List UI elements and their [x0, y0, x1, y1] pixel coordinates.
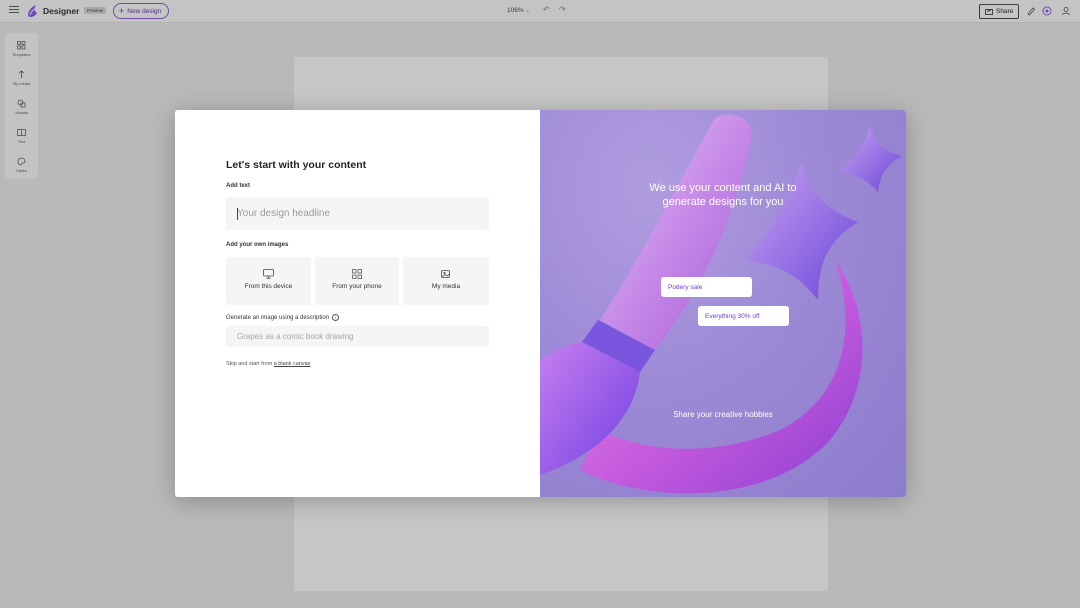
add-text-label: Add text	[226, 183, 250, 189]
designer-logo-icon	[28, 5, 37, 17]
app-title: Designer	[43, 6, 80, 16]
rail-label: Templates	[12, 52, 31, 57]
monitor-icon	[263, 269, 274, 279]
rail-label: My media	[12, 81, 31, 86]
share-icon	[985, 9, 993, 15]
from-your-phone-button[interactable]: From your phone	[315, 257, 399, 305]
promo-caption: Share your creative hobbies	[673, 410, 773, 419]
share-label: Share	[996, 8, 1014, 15]
rail-label: Styles	[16, 168, 27, 173]
text-icon	[17, 129, 26, 136]
new-design-button[interactable]: + New design	[113, 3, 170, 19]
plus-icon: +	[119, 5, 125, 16]
paintbrush-illustration	[540, 114, 902, 494]
rail-item-my-media[interactable]: My media	[5, 66, 38, 95]
image-description-input[interactable]: Grapes as a comic book drawing	[226, 326, 489, 347]
text-cursor	[237, 208, 238, 220]
info-icon[interactable]: i	[332, 314, 340, 321]
zoom-dropdown[interactable]: 106% ⌄	[507, 7, 530, 14]
pottery-sale-chip: Pottery sale	[661, 277, 752, 297]
tile-label: From this device	[244, 283, 293, 290]
account-icon[interactable]	[1061, 6, 1071, 16]
share-button[interactable]: Share	[979, 4, 1020, 19]
tile-label: From your phone	[332, 283, 382, 290]
zoom-value: 106%	[507, 7, 524, 14]
edit-brush-icon[interactable]	[1026, 6, 1036, 16]
media-icon	[18, 70, 25, 78]
styles-icon	[17, 157, 26, 166]
promo-title-line-1: We use your content and AI to	[649, 182, 797, 194]
my-media-button[interactable]: My media	[403, 257, 489, 305]
rail-item-templates[interactable]: Templates	[5, 37, 38, 66]
chevron-down-icon: ⌄	[525, 8, 530, 14]
rail-item-styles[interactable]: Styles	[5, 153, 38, 182]
hamburger-menu-icon[interactable]	[9, 6, 19, 16]
dialog-title: Let's start with your content	[226, 159, 367, 171]
tile-label: My media	[431, 283, 461, 290]
new-design-label: New design	[127, 7, 162, 15]
templates-icon	[17, 41, 26, 50]
promo-title: We use your content and AI to generate d…	[540, 181, 906, 209]
promo-pane: We use your content and AI to generate d…	[540, 110, 906, 497]
rail-label: Text	[17, 139, 26, 144]
rail-item-visuals[interactable]: Visuals	[5, 95, 38, 124]
skip-text: Skip and start from	[226, 361, 273, 367]
undo-icon[interactable]: ↶	[543, 5, 550, 14]
blank-canvas-link[interactable]: a blank canvas	[274, 361, 311, 367]
generate-image-text: Generate an image using a description	[226, 314, 330, 321]
rail-item-text[interactable]: Text	[5, 124, 38, 153]
top-bar: Designer Preview + New design 106% ⌄ ↶ ↷ …	[0, 0, 1080, 23]
qr-code-icon	[352, 269, 362, 279]
discount-chip: Everything 30% off	[698, 306, 789, 326]
visuals-icon	[17, 99, 26, 108]
content-form-pane: Let's start with your content Add text Y…	[175, 110, 540, 497]
generate-image-label: Generate an image using a description i	[226, 314, 340, 321]
rail-label: Visuals	[15, 110, 28, 115]
left-toolbar: Templates My media Visuals Text Styles	[5, 33, 38, 179]
add-images-label: Add your own images	[226, 242, 289, 248]
from-this-device-button[interactable]: From this device	[226, 257, 311, 305]
designer-icon[interactable]	[1042, 6, 1052, 16]
media-library-icon	[441, 270, 450, 278]
preview-badge: Preview	[84, 7, 107, 14]
headline-placeholder: Your design headline	[237, 208, 331, 219]
promo-title-line-2: generate designs for you	[662, 196, 784, 208]
redo-icon[interactable]: ↷	[559, 5, 566, 14]
start-content-dialog: Let's start with your content Add text Y…	[175, 110, 906, 497]
headline-input[interactable]: Your design headline	[226, 197, 489, 230]
skip-row: Skip and start from a blank canvas	[226, 361, 310, 367]
description-placeholder: Grapes as a comic book drawing	[237, 332, 354, 341]
